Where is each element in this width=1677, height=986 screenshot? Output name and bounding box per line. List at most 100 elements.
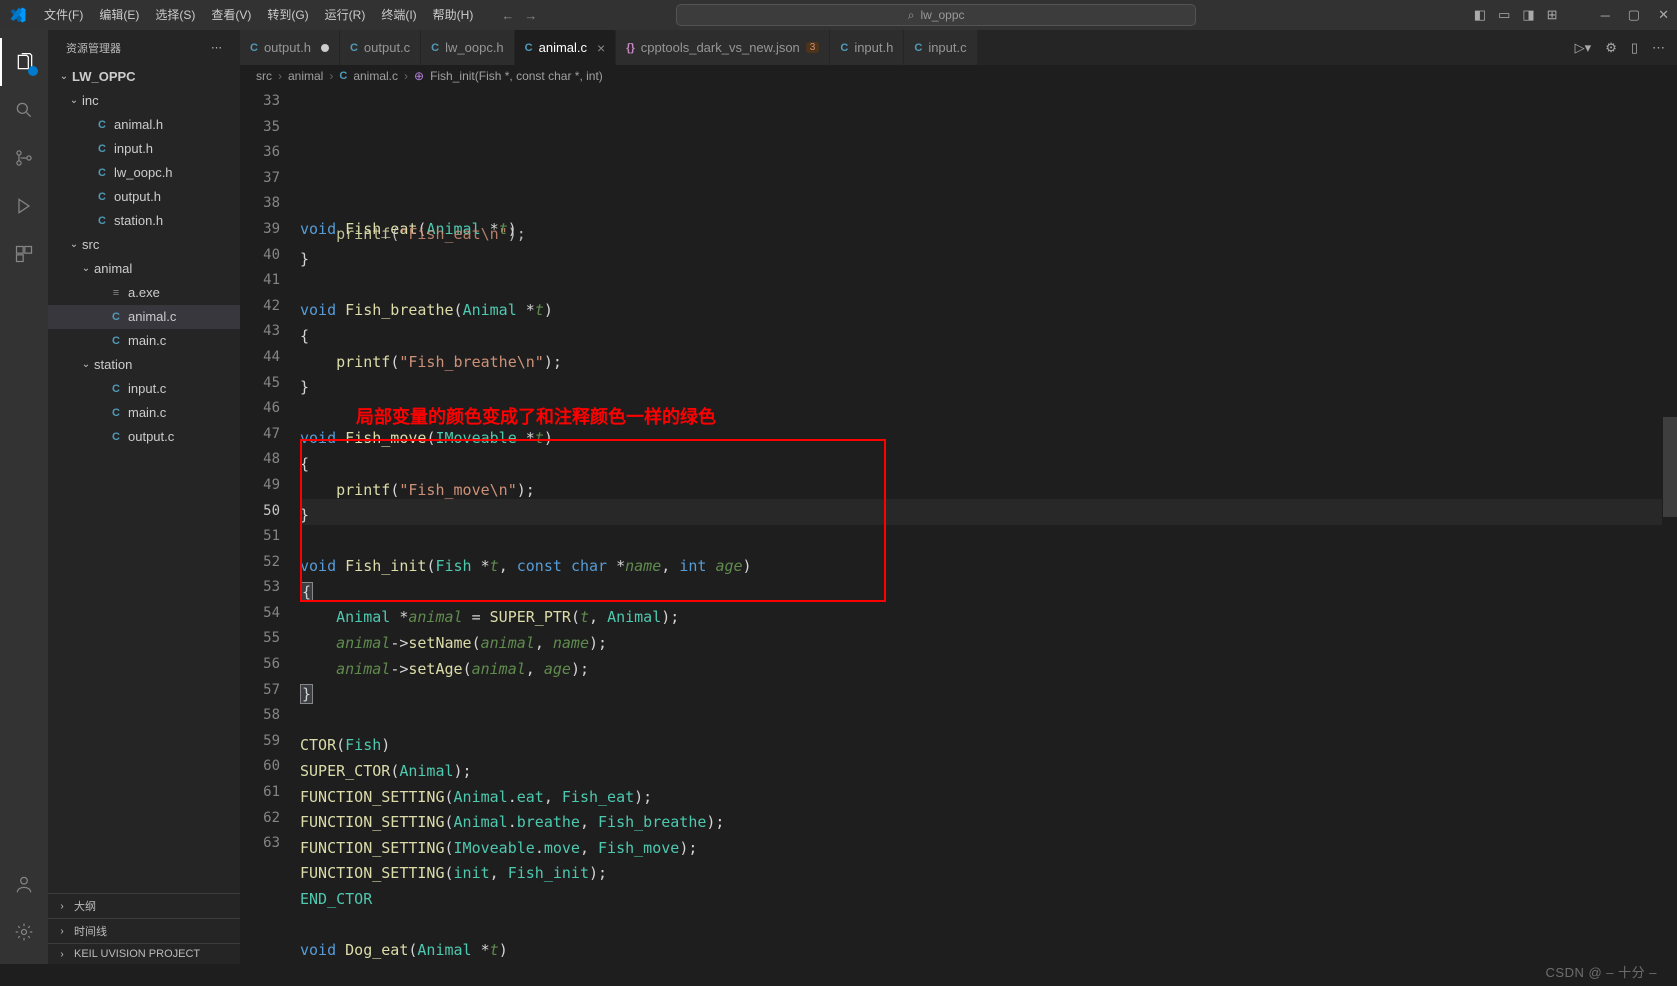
editor-tab[interactable]: Coutput.h — [240, 30, 340, 65]
close-icon[interactable]: ✕ — [1658, 7, 1669, 23]
file-icon: C — [108, 307, 124, 327]
breadcrumb-item[interactable]: animal.c — [353, 69, 398, 83]
menu-item[interactable]: 帮助(H) — [425, 0, 482, 30]
file-label: animal.c — [128, 307, 176, 327]
menu-item[interactable]: 转到(G) — [259, 0, 316, 30]
file-label: output.c — [128, 427, 174, 447]
breadcrumb-item[interactable]: Fish_init(Fish *, const char *, int) — [430, 69, 603, 83]
more-tab-icon[interactable]: ⋯ — [1652, 40, 1665, 56]
split-editor-icon[interactable]: ▯ — [1631, 40, 1638, 56]
tree-file[interactable]: Canimal.c — [48, 305, 240, 329]
tab-label: animal.c — [539, 40, 587, 55]
tree-file[interactable]: Canimal.h — [48, 113, 240, 137]
menu-item[interactable]: 运行(R) — [317, 0, 374, 30]
editor-tab[interactable]: Cinput.h — [830, 30, 904, 65]
breadcrumb-item[interactable]: animal — [288, 69, 323, 83]
sidebar-section-collapsed[interactable]: › 大纲 — [48, 893, 240, 918]
tab-label: lw_oopc.h — [445, 40, 504, 55]
maximize-icon[interactable]: ▢ — [1628, 7, 1640, 23]
tree-file[interactable]: ≡a.exe — [48, 281, 240, 305]
editor-tab[interactable]: Coutput.c — [340, 30, 421, 65]
sidebar-title: 资源管理器 — [66, 40, 121, 56]
scm-activity-icon[interactable] — [0, 134, 48, 182]
file-icon: C — [94, 163, 110, 183]
code-editor[interactable]: 3335363738394041424344454647484950515253… — [240, 87, 1677, 964]
nav-forward-icon[interactable]: → — [524, 8, 537, 23]
sidebar: 资源管理器 ⋯ ⌄LW_OPPC ⌄inc Canimal.hCinput.hC… — [48, 30, 240, 964]
file-type-icon: C — [914, 42, 922, 54]
minimize-icon[interactable]: ─ — [1601, 8, 1610, 23]
tree-file[interactable]: Cmain.c — [48, 329, 240, 353]
nav-back-icon[interactable]: ← — [501, 8, 514, 23]
tree-file[interactable]: Cmain.c — [48, 401, 240, 425]
file-icon: ≡ — [108, 283, 124, 303]
tree-file[interactable]: Coutput.c — [48, 425, 240, 449]
search-icon: ⌕ — [908, 8, 915, 23]
layout-customize-icon[interactable]: ⊞ — [1547, 7, 1558, 23]
search-text: lw_oppc — [920, 8, 964, 22]
menu-item[interactable]: 终端(I) — [373, 0, 424, 30]
dirty-indicator-icon — [321, 44, 329, 52]
section-label: 大纲 — [74, 898, 96, 914]
tree-folder-src[interactable]: ⌄src — [48, 233, 240, 257]
debug-activity-icon[interactable] — [0, 182, 48, 230]
chevron-right-icon: › — [54, 901, 70, 912]
layout-sidebar-left-icon[interactable]: ◧ — [1474, 7, 1486, 23]
code-content[interactable]: 局部变量的颜色变成了和注释颜色一样的绿色 void Fish_eat(Anima… — [300, 87, 1677, 964]
tab-label: output.c — [364, 40, 410, 55]
run-icon[interactable]: ▷▾ — [1575, 40, 1592, 56]
file-type-icon: C — [350, 42, 358, 54]
file-icon: C — [108, 331, 124, 351]
chevron-right-icon: › — [54, 949, 70, 960]
tree-file[interactable]: Cstation.h — [48, 209, 240, 233]
close-tab-icon[interactable]: × — [597, 40, 605, 56]
tree-root[interactable]: ⌄LW_OPPC — [48, 65, 240, 89]
accounts-activity-icon[interactable] — [0, 860, 48, 908]
editor-tab[interactable]: Clw_oopc.h — [421, 30, 515, 65]
chevron-down-icon: ⌄ — [56, 67, 72, 87]
activity-bar — [0, 30, 48, 964]
menu-bar: 文件(F)编辑(E)选择(S)查看(V)转到(G)运行(R)终端(I)帮助(H) — [36, 0, 481, 30]
menu-item[interactable]: 查看(V) — [203, 0, 259, 30]
menu-item[interactable]: 选择(S) — [147, 0, 203, 30]
file-icon: C — [94, 187, 110, 207]
file-label: a.exe — [128, 283, 160, 303]
tree-file[interactable]: Cinput.h — [48, 137, 240, 161]
breadcrumb-item[interactable]: src — [256, 69, 272, 83]
file-type-icon: C — [525, 42, 533, 54]
editor-tab[interactable]: Cinput.c — [904, 30, 977, 65]
tree-file[interactable]: Clw_oopc.h — [48, 161, 240, 185]
tree-folder-inc[interactable]: ⌄inc — [48, 89, 240, 113]
layout-sidebar-right-icon[interactable]: ◨ — [1522, 7, 1534, 23]
section-label: 时间线 — [74, 923, 107, 939]
command-center[interactable]: ⌕ lw_oppc — [676, 4, 1196, 26]
sidebar-section-collapsed[interactable]: ›KEIL UVISION PROJECT — [48, 943, 240, 964]
editor-tab[interactable]: Canimal.c × — [515, 30, 617, 65]
tab-label: input.h — [854, 40, 893, 55]
editor-tab[interactable]: {}cpptools_dark_vs_new.json3 — [616, 30, 830, 65]
tab-badge: 3 — [806, 42, 820, 53]
menu-item[interactable]: 编辑(E) — [91, 0, 147, 30]
file-type-icon: C — [431, 42, 439, 54]
file-icon: C — [108, 403, 124, 423]
file-icon: C — [94, 139, 110, 159]
folder-label: inc — [82, 91, 99, 111]
tree-folder-animal[interactable]: ⌄animal — [48, 257, 240, 281]
layout-panel-icon[interactable]: ▭ — [1498, 7, 1510, 23]
tree-root-label: LW_OPPC — [72, 67, 136, 87]
sidebar-section-collapsed[interactable]: ›时间线 — [48, 918, 240, 943]
file-icon: C — [94, 115, 110, 135]
explorer-activity-icon[interactable] — [0, 38, 48, 86]
more-icon[interactable]: ⋯ — [211, 41, 222, 54]
file-icon: C — [94, 211, 110, 231]
tree-folder-station[interactable]: ⌄station — [48, 353, 240, 377]
breadcrumb[interactable]: src› animal› C animal.c› ⊕ Fish_init(Fis… — [240, 65, 1677, 87]
settings-activity-icon[interactable] — [0, 908, 48, 956]
folder-label: src — [82, 235, 99, 255]
tree-file[interactable]: Coutput.h — [48, 185, 240, 209]
settings-gear-icon[interactable]: ⚙ — [1605, 40, 1617, 56]
menu-item[interactable]: 文件(F) — [36, 0, 91, 30]
search-activity-icon[interactable] — [0, 86, 48, 134]
extensions-activity-icon[interactable] — [0, 230, 48, 278]
tree-file[interactable]: Cinput.c — [48, 377, 240, 401]
